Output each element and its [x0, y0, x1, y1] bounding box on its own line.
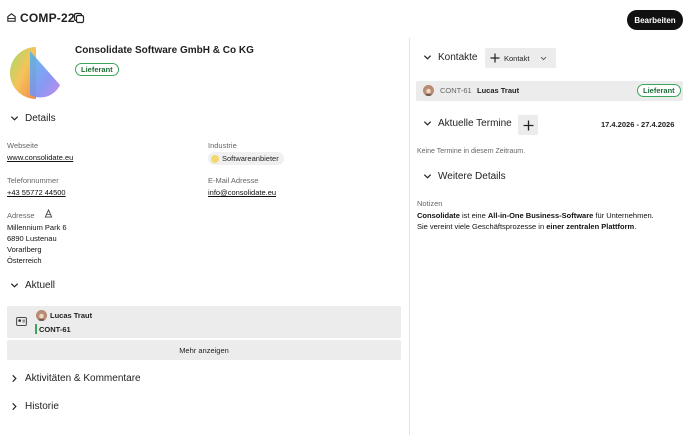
website-link[interactable]: www.consolidate.eu	[7, 153, 73, 162]
top-bar: COMP-22 Bearbeiten	[0, 0, 689, 38]
empty-state: Keine Termine in diesem Zeitraum.	[417, 148, 526, 155]
add-contact-label: Kontakt	[504, 53, 530, 63]
notes-bold-text: Consolidate	[417, 211, 460, 220]
address-line: Vorarlberg	[7, 245, 42, 254]
address-label: Adresse	[7, 211, 35, 220]
history-title: Historie	[25, 401, 59, 412]
column-divider	[409, 38, 410, 435]
activities-section-toggle[interactable]: Aktivitäten & Kommentare	[10, 373, 141, 384]
notes-line: Sie vereint viele Geschäftsprozesse in e…	[417, 222, 636, 231]
contact-row[interactable]: CONT-61 Lucas Traut Lieferant	[416, 81, 683, 101]
address-line: 6890 Lustenau	[7, 234, 57, 243]
details-title: Details	[25, 113, 56, 124]
notes-text: .	[634, 222, 637, 231]
notes-text: Sie vereint viele Geschäftsprozesse in	[417, 222, 547, 231]
chevron-right-icon	[12, 374, 17, 383]
company-icon	[7, 13, 16, 22]
contact-id: CONT-61	[39, 325, 71, 334]
company-logo	[10, 47, 60, 99]
more-details-section-toggle[interactable]: Weitere Details	[423, 171, 506, 182]
appointments-title: Aktuelle Termine	[438, 118, 512, 129]
aktuell-card[interactable]: Lucas Traut CONT-61	[7, 306, 401, 338]
contact-id: CONT-61	[440, 86, 472, 95]
notes-bold-text: einer zentralen Plattform	[546, 222, 635, 231]
date-range[interactable]: 17.4.2026 - 27.4.2026	[601, 120, 674, 129]
aktuell-title: Aktuell	[25, 280, 56, 291]
notes-text: ist eine	[459, 211, 488, 220]
contacts-section-toggle[interactable]: Kontakte	[423, 52, 477, 63]
avatar	[423, 85, 434, 96]
chevron-down-icon	[423, 55, 432, 60]
email-label: E-Mail Adresse	[208, 176, 259, 185]
chevron-right-icon	[12, 402, 17, 411]
chevron-down-icon	[423, 174, 432, 179]
website-label: Webseite	[7, 141, 39, 150]
phone-label: Telefonnummer	[7, 176, 59, 185]
industry-dot-icon	[211, 154, 219, 163]
status-badge: Lieferant	[75, 63, 119, 76]
chevron-down-icon	[10, 116, 19, 121]
add-contact-button[interactable]: Kontakt	[485, 48, 556, 68]
phone-link[interactable]: +43 55772 44500	[7, 188, 66, 197]
notes-text: für Unternehmen.	[593, 211, 654, 220]
chevron-down-icon	[10, 283, 19, 288]
copy-icon[interactable]	[73, 12, 85, 24]
more-details-title: Weitere Details	[438, 171, 506, 182]
add-appointment-button[interactable]	[518, 115, 538, 135]
aktuell-section-toggle[interactable]: Aktuell	[10, 280, 55, 291]
record-id: COMP-22	[20, 11, 75, 25]
company-name: Consolidate Software GmbH & Co KG	[75, 45, 254, 56]
contacts-title: Kontakte	[438, 52, 478, 63]
contact-card-icon	[16, 317, 27, 326]
plus-icon	[523, 120, 533, 130]
chevron-down-icon	[541, 56, 547, 60]
activities-title: Aktivitäten & Kommentare	[25, 373, 141, 384]
address-line: Millennium Park 6	[7, 223, 67, 232]
notes-line: Consolidate ist eine All-in-One Business…	[417, 211, 654, 220]
notes-bold-text: All-in-One Business-Software	[487, 211, 594, 220]
status-badge: Lieferant	[637, 84, 681, 97]
industry-value: Softwareanbieter	[222, 154, 279, 163]
details-section-toggle[interactable]: Details	[10, 113, 56, 124]
chevron-down-icon	[423, 121, 432, 126]
status-indicator	[35, 324, 37, 334]
industry-chip: Softwareanbieter	[208, 152, 284, 165]
industry-label: Industrie	[208, 141, 237, 150]
person-name: Lucas Traut	[50, 311, 93, 320]
history-section-toggle[interactable]: Historie	[10, 401, 59, 412]
notes-label: Notizen	[417, 199, 443, 208]
email-link[interactable]: info@consolidate.eu	[208, 188, 276, 197]
address-line: Österreich	[7, 256, 42, 265]
plus-icon	[490, 53, 500, 63]
appointments-section-toggle[interactable]: Aktuelle Termine	[423, 118, 512, 129]
map-icon[interactable]	[44, 209, 53, 218]
show-more-button[interactable]: Mehr anzeigen	[7, 340, 401, 360]
edit-button[interactable]: Bearbeiten	[627, 10, 683, 30]
avatar	[36, 310, 47, 321]
contact-name: Lucas Traut	[477, 86, 520, 95]
